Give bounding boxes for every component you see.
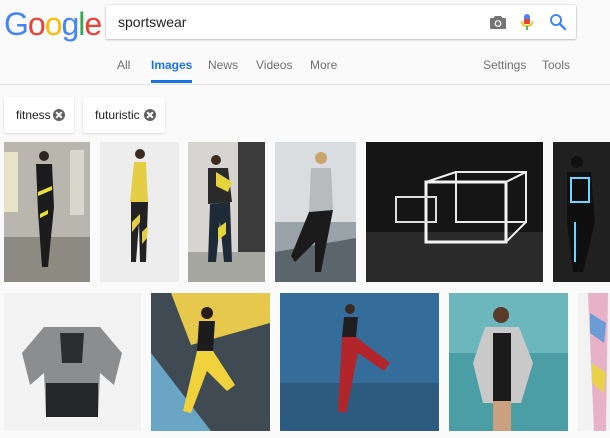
image-result-jumping-red[interactable] [280, 293, 439, 431]
search-input[interactable] [118, 12, 468, 32]
tab-all[interactable]: All [117, 58, 130, 83]
logo-letter-o1: o [27, 6, 46, 42]
image-result-runway[interactable] [4, 142, 90, 282]
tab-images[interactable]: Images [151, 58, 193, 83]
camera-icon[interactable] [489, 14, 507, 30]
image-result-yellow-leggings[interactable] [100, 142, 179, 282]
remove-chip-icon[interactable] [144, 109, 156, 121]
image-result-compression-shirt[interactable] [4, 293, 141, 431]
image-result-silver-vest[interactable] [275, 142, 356, 282]
logo-letter-g1: G [4, 6, 29, 42]
tab-more[interactable]: More [310, 58, 337, 83]
image-result-holo-jacket[interactable] [449, 293, 568, 431]
image-result-runner-yellow[interactable] [151, 293, 270, 431]
search-icon[interactable] [549, 13, 567, 31]
image-result-futuristic-suit[interactable] [553, 142, 610, 282]
remove-chip-icon[interactable] [53, 109, 65, 121]
logo-letter-o2: o [44, 6, 63, 42]
logo-letter-g2: g [61, 6, 79, 42]
tab-settings[interactable]: Settings [483, 58, 526, 83]
chip-label: futuristic [95, 108, 140, 122]
image-result-pattern-leggings[interactable] [578, 293, 610, 431]
chip-label: fitness [16, 108, 51, 122]
image-result-light-cube[interactable] [366, 142, 543, 282]
mic-icon[interactable] [520, 13, 534, 31]
tab-videos[interactable]: Videos [256, 58, 292, 83]
search-tabs: All Images News Videos More Settings Too… [0, 58, 610, 84]
header: Google All Images News Videos More Setti… [0, 0, 610, 85]
search-box [106, 5, 576, 39]
tab-news[interactable]: News [208, 58, 238, 83]
tab-tools[interactable]: Tools [542, 58, 570, 83]
google-logo[interactable]: Google [4, 6, 102, 43]
logo-letter-e: e [84, 6, 102, 42]
image-result-gym-pose[interactable] [188, 142, 265, 282]
chip-futuristic[interactable]: futuristic [83, 97, 165, 133]
chip-fitness[interactable]: fitness [4, 97, 74, 133]
